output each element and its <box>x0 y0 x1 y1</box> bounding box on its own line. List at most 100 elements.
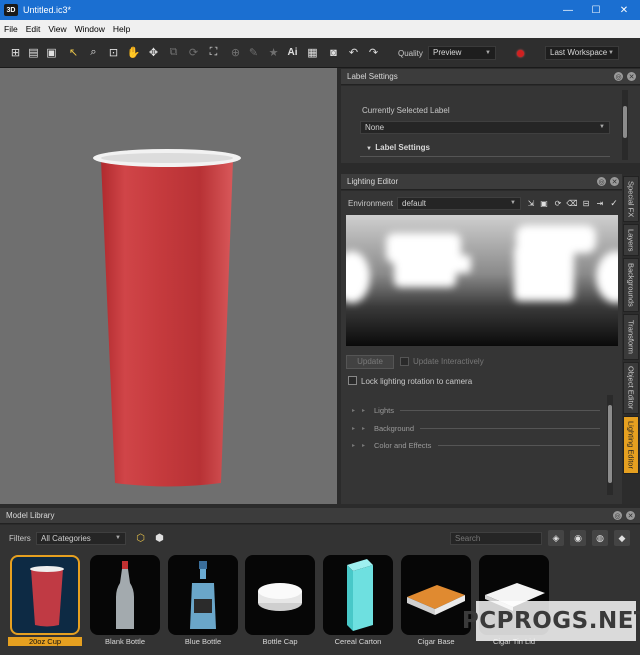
cup-thumbnail-icon <box>30 566 64 627</box>
search-input[interactable]: Search <box>450 532 542 545</box>
section-divider <box>360 156 610 157</box>
category-value: All Categories <box>41 534 91 543</box>
background-section[interactable]: ▸ ▸ Background <box>352 422 414 434</box>
close-panel-icon[interactable]: ✕ <box>610 177 619 186</box>
add-object-icon[interactable]: ⊕ <box>228 45 243 60</box>
select-tool-icon[interactable]: ↖ <box>66 45 81 60</box>
label-settings-section[interactable]: ▼ Label Settings <box>366 143 430 152</box>
3d-viewport[interactable] <box>0 68 337 504</box>
blue-bottle-thumbnail-icon <box>190 561 216 629</box>
environment-preview[interactable] <box>346 215 618 346</box>
close-panel-icon[interactable]: ✕ <box>627 72 636 81</box>
delete-icon[interactable]: ⌫ <box>566 197 577 209</box>
library-item-blank-bottle[interactable] <box>90 555 160 635</box>
menu-edit[interactable]: Edit <box>26 24 41 34</box>
minimize-button[interactable]: — <box>554 0 582 20</box>
view-mode-icon-3[interactable]: ◍ <box>592 530 608 546</box>
zoom-region-icon[interactable]: ⊡ <box>106 45 121 60</box>
edit-icon[interactable]: ✎ <box>246 45 261 60</box>
update-interactively-checkbox[interactable] <box>400 357 409 366</box>
library-item-blue-bottle[interactable] <box>168 555 238 635</box>
color-effects-section-title: Color and Effects <box>374 440 432 450</box>
dock-icon[interactable]: ◎ <box>614 72 623 81</box>
dock-icon[interactable]: ◎ <box>613 511 622 520</box>
color-effects-section[interactable]: ▸ ▸ Color and Effects <box>352 439 431 451</box>
label-settings-scrollbar[interactable] <box>622 90 628 160</box>
export-icon[interactable]: ⇥ <box>595 197 605 209</box>
cube-icon[interactable]: ⬢ <box>152 531 167 546</box>
view-mode-icon-1[interactable]: ◈ <box>548 530 564 546</box>
library-item-cereal-carton[interactable] <box>323 555 393 635</box>
new-file-icon[interactable]: ⊞ <box>8 45 23 60</box>
scale-icon[interactable]: ⧉ <box>166 45 181 60</box>
redo-icon[interactable]: ↷ <box>366 45 381 60</box>
category-dropdown[interactable]: All Categories ▼ <box>36 532 126 545</box>
text-tool-icon[interactable]: Ai <box>285 45 300 60</box>
tab-transform[interactable]: Transform <box>623 314 639 360</box>
tab-backgrounds[interactable]: Backgrounds <box>623 258 639 312</box>
selected-label-dropdown[interactable]: None ▼ <box>360 121 610 134</box>
camera-icon[interactable]: ◙ <box>326 45 341 60</box>
zoom-icon[interactable]: ⌕ <box>86 45 101 60</box>
lighting-editor-scrollbar[interactable] <box>607 395 613 495</box>
chevron-down-icon: ▼ <box>115 535 121 541</box>
move-icon[interactable]: ✥ <box>146 45 161 60</box>
label-tool-icon[interactable]: ▦ <box>305 45 320 60</box>
tab-layers[interactable]: Layers <box>623 224 639 256</box>
open-folder-icon[interactable]: ▤ <box>26 45 41 60</box>
close-panel-icon[interactable]: ✕ <box>626 511 635 520</box>
library-thumbnail <box>90 555 160 635</box>
tab-special-fx-label: Special FX <box>626 180 636 218</box>
save-environment-icon[interactable]: ▣ <box>539 197 549 209</box>
collapse-triangle-icon: ▼ <box>366 146 376 152</box>
quality-dropdown[interactable]: Preview ▼ <box>428 46 496 60</box>
lock-icon[interactable]: ⊟ <box>581 197 591 209</box>
menu-help[interactable]: Help <box>113 24 130 34</box>
view-mode-icon-2[interactable]: ◉ <box>570 530 586 546</box>
view-mode-icon-4[interactable]: ◆ <box>614 530 630 546</box>
update-button[interactable]: Update <box>346 355 394 369</box>
title-bar: 3D Untitled.ic3* — ☐ ✕ <box>0 0 640 20</box>
menu-file[interactable]: File <box>4 24 18 34</box>
red-cup-model[interactable] <box>93 148 245 493</box>
lights-section[interactable]: ▸ ▸ Lights <box>352 404 394 416</box>
undo-icon[interactable]: ↶ <box>346 45 361 60</box>
maximize-button[interactable]: ☐ <box>582 0 610 20</box>
label-settings-title: Label Settings <box>347 72 398 81</box>
close-window-button[interactable]: ✕ <box>610 0 638 20</box>
dock-icon[interactable]: ◎ <box>597 177 606 186</box>
menu-view[interactable]: View <box>48 24 66 34</box>
star-icon[interactable]: ★ <box>266 45 281 60</box>
rotate-icon[interactable]: ⟳ <box>186 45 201 60</box>
tab-lighting-editor[interactable]: Lighting Editor <box>623 416 639 474</box>
library-item-label: Blank Bottle <box>104 637 146 646</box>
workspace-dropdown[interactable]: Last Workspace ▼ <box>545 46 619 60</box>
record-indicator-icon[interactable] <box>517 50 524 57</box>
library-item-20oz-cup[interactable] <box>10 555 80 635</box>
chevron-down-icon: ▼ <box>510 200 516 206</box>
scroll-thumb[interactable] <box>623 106 627 138</box>
lighting-editor-header: Lighting Editor ◎ ✕ <box>341 174 622 190</box>
frame-icon[interactable]: ⛶ <box>206 45 221 60</box>
box-view-icon[interactable]: ⬡ <box>133 531 148 546</box>
model-library-header: Model Library ◎ ✕ <box>0 508 640 524</box>
checkmark-icon[interactable]: ✓ <box>609 197 619 209</box>
scroll-thumb[interactable] <box>608 405 612 483</box>
side-tab-strip: Special FX Layers Backgrounds Transform … <box>622 174 640 504</box>
chevron-down-icon: ▼ <box>608 50 614 56</box>
cigar-base-thumbnail-icon <box>407 585 465 615</box>
quality-value: Preview <box>433 48 462 57</box>
lock-rotation-checkbox[interactable] <box>348 376 357 385</box>
save-icon[interactable]: ▣ <box>44 45 59 60</box>
library-thumbnail <box>245 555 315 635</box>
library-item-cigar-base[interactable] <box>401 555 471 635</box>
refresh-icon[interactable]: ⟳ <box>553 197 563 209</box>
environment-dropdown[interactable]: default ▼ <box>397 197 521 210</box>
tab-special-fx[interactable]: Special FX <box>623 176 639 222</box>
lighting-editor-title: Lighting Editor <box>347 177 399 186</box>
pan-hand-icon[interactable]: ✋ <box>126 45 141 60</box>
library-item-bottle-cap[interactable] <box>245 555 315 635</box>
menu-window[interactable]: Window <box>75 24 105 34</box>
import-icon[interactable]: ⇲ <box>526 197 536 209</box>
tab-object-editor[interactable]: Object Editor <box>623 362 639 414</box>
